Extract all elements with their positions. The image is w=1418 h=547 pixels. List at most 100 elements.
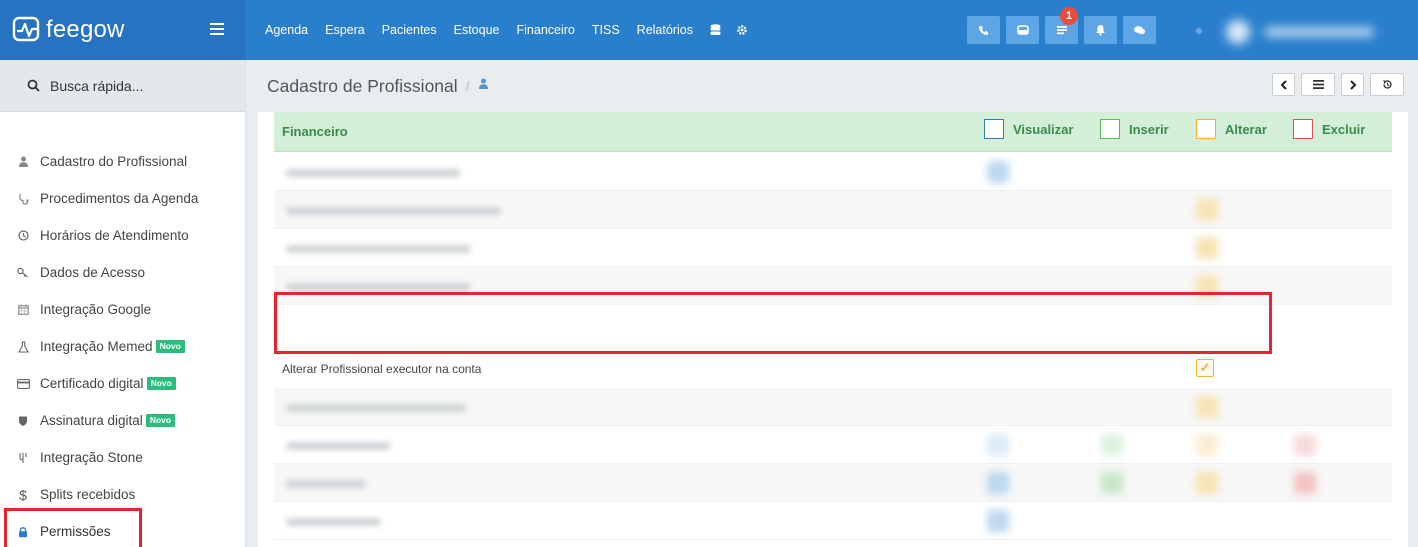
sidebar-item-procedimentos[interactable]: Procedimentos da Agenda — [0, 180, 246, 217]
list-icon — [1056, 26, 1067, 35]
permission-checkbox[interactable] — [987, 161, 1009, 183]
header-actions — [1266, 73, 1404, 96]
permission-checkbox[interactable] — [1294, 434, 1316, 456]
select-all-alterar-checkbox[interactable] — [1196, 119, 1216, 139]
new-badge: Novo — [146, 377, 176, 390]
notifications-button[interactable] — [1084, 16, 1117, 44]
list-icon — [1312, 80, 1324, 89]
sidebar-item-acesso[interactable]: Dados de Acesso — [0, 254, 246, 291]
permission-checkbox[interactable] — [1196, 237, 1218, 259]
main-area: Cadastro de Profissional / Financeiro Vi… — [246, 60, 1418, 547]
search-placeholder: Busca rápida... — [50, 77, 144, 94]
comments-icon — [1134, 25, 1146, 34]
brand-name[interactable]: feegow — [46, 16, 125, 44]
status-dot-icon — [1196, 28, 1202, 34]
credit-card-icon — [16, 378, 30, 389]
permission-checkbox[interactable] — [1196, 434, 1218, 456]
user-profile[interactable] — [1226, 20, 1396, 44]
previous-button[interactable] — [1272, 73, 1295, 96]
select-all-visualizar-checkbox[interactable] — [984, 119, 1004, 139]
select-all-excluir-checkbox[interactable] — [1293, 119, 1313, 139]
table-row-alterar-profissional: Alterar Profissional executor na conta ✓ — [274, 350, 1392, 388]
permission-checkbox[interactable] — [987, 472, 1009, 494]
sidebar-item-assinatura[interactable]: Assinatura digital Novo — [0, 402, 246, 439]
menu-toggle-icon[interactable] — [210, 23, 224, 35]
database-icon[interactable] — [710, 24, 721, 36]
main-nav: Agenda Espera Pacientes Estoque Financei… — [265, 0, 763, 60]
quick-search[interactable]: Busca rápida... — [0, 60, 245, 112]
new-badge: Novo — [155, 340, 185, 353]
table-row — [274, 229, 1392, 267]
sidebar-item-google[interactable]: Integração Google — [0, 291, 246, 328]
stone-icon — [16, 452, 30, 464]
clock-icon — [16, 230, 30, 241]
sidebar-item-horarios[interactable]: Horários de Atendimento — [0, 217, 246, 254]
sidebar-menu: Cadastro do Profissional Procedimentos d… — [0, 143, 246, 547]
highlight-box-row — [274, 292, 1272, 354]
top-navbar: feegow Agenda Espera Pacientes Estoque F… — [0, 0, 1418, 60]
chevron-left-icon — [1280, 79, 1287, 90]
highlight-box-permissions — [4, 508, 142, 547]
table-row — [274, 388, 1392, 426]
nav-agenda[interactable]: Agenda — [265, 23, 308, 37]
nav-pacientes[interactable]: Pacientes — [382, 23, 437, 37]
column-visualizar[interactable]: Visualizar — [984, 119, 1073, 139]
column-alterar[interactable]: Alterar — [1196, 119, 1267, 139]
sidebar: Busca rápida... Cadastro do Profissional… — [0, 60, 246, 547]
page-header: Cadastro de Profissional / — [246, 60, 1418, 112]
page-title: Cadastro de Profissional — [267, 75, 458, 96]
nav-financeiro[interactable]: Financeiro — [517, 23, 575, 37]
chat-button[interactable] — [1123, 16, 1156, 44]
permission-checkbox[interactable] — [1196, 472, 1218, 494]
sidebar-item-cadastro[interactable]: Cadastro do Profissional — [0, 143, 246, 180]
new-badge: Novo — [145, 414, 176, 427]
column-excluir[interactable]: Excluir — [1293, 119, 1365, 139]
brand-area: feegow — [0, 0, 246, 60]
gear-icon[interactable] — [736, 24, 748, 36]
sidebar-item-certificado[interactable]: Certificado digital Novo — [0, 365, 246, 402]
permission-checkbox[interactable] — [1196, 199, 1218, 221]
list-button[interactable] — [1301, 73, 1335, 96]
table-row — [274, 502, 1392, 540]
permission-checkbox[interactable] — [1196, 396, 1218, 418]
inbox-button[interactable] — [1006, 16, 1039, 44]
permission-checkbox[interactable] — [987, 434, 1009, 456]
avatar — [1226, 20, 1250, 44]
phone-icon — [979, 25, 988, 35]
history-icon — [1382, 79, 1392, 89]
permission-checkbox[interactable] — [1294, 472, 1316, 494]
sidebar-item-memed[interactable]: Integração Memed Novo — [0, 328, 246, 365]
select-all-inserir-checkbox[interactable] — [1100, 119, 1120, 139]
nav-espera[interactable]: Espera — [325, 23, 365, 37]
feegow-logo-icon[interactable] — [12, 16, 42, 44]
nav-tiss[interactable]: TISS — [592, 23, 620, 37]
key-icon — [16, 267, 30, 278]
user-name-blurred — [1264, 27, 1374, 37]
nav-estoque[interactable]: Estoque — [454, 23, 500, 37]
permission-label: Alterar Profissional executor na conta — [282, 362, 482, 376]
section-header-financeiro: Financeiro Visualizar Inserir Alterar Ex… — [274, 112, 1392, 152]
notification-badge: 1 — [1060, 7, 1078, 25]
shield-icon — [16, 415, 30, 427]
column-inserir[interactable]: Inserir — [1100, 119, 1169, 139]
section-title: Financeiro — [282, 124, 348, 139]
history-button[interactable] — [1370, 73, 1404, 96]
stethoscope-icon — [16, 193, 30, 205]
permissions-panel: Financeiro Visualizar Inserir Alterar Ex… — [258, 112, 1408, 547]
permission-checkbox[interactable] — [987, 510, 1009, 532]
dollar-icon: $ — [19, 486, 27, 503]
next-button[interactable] — [1341, 73, 1364, 96]
permission-checkbox[interactable] — [1101, 472, 1123, 494]
phone-button[interactable] — [967, 16, 1000, 44]
search-icon — [27, 79, 40, 92]
nav-relatorios[interactable]: Relatórios — [637, 23, 693, 37]
sidebar-item-stone[interactable]: Integração Stone — [0, 439, 246, 476]
permission-checkbox[interactable] — [1101, 434, 1123, 456]
alterar-checkbox-checked[interactable]: ✓ — [1196, 359, 1214, 377]
tasks-button[interactable]: 1 — [1045, 7, 1078, 44]
flask-icon — [16, 340, 30, 353]
top-action-buttons: 1 — [967, 7, 1162, 44]
user-md-icon — [478, 77, 489, 95]
bell-icon — [1096, 25, 1105, 36]
breadcrumb-separator: / — [465, 78, 470, 94]
